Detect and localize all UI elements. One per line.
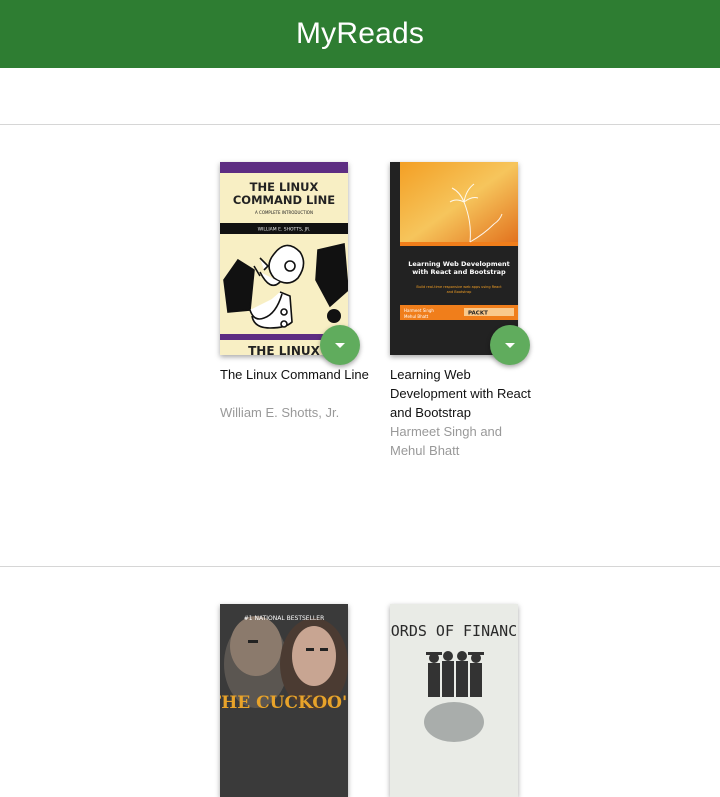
app-header: MyReads xyxy=(0,0,720,68)
book-authors: Harmeet Singh and Mehul Bhatt xyxy=(390,424,503,458)
shelf-changer-button[interactable] xyxy=(320,325,360,365)
svg-text:and Bootstrap: and Bootstrap xyxy=(447,290,473,294)
book-title: Learning Web Development with React and … xyxy=(390,367,531,420)
svg-text:Learning Web Development: Learning Web Development xyxy=(408,260,510,268)
svg-text:PACKT: PACKT xyxy=(468,311,488,317)
book-cover-lords-of-finance[interactable]: LORDS OF FINANCE xyxy=(390,604,518,797)
svg-text:Mehul Bhatt: Mehul Bhatt xyxy=(404,314,429,319)
book-cover-learning-web-development[interactable]: Learning Web Development with React and … xyxy=(390,162,518,355)
svg-text:A COMPLETE INTRODUCTION: A COMPLETE INTRODUCTION xyxy=(255,210,313,215)
shelf-changer-button[interactable] xyxy=(490,325,530,365)
book-cover-linux-command-line[interactable]: THE LINUX COMMAND LINE A COMPLETE INTROD… xyxy=(220,162,348,355)
book-item: THE LINUX COMMAND LINE A COMPLETE INTROD… xyxy=(220,162,370,462)
shelf-divider xyxy=(0,566,720,567)
book-item: Learning Web Development with React and … xyxy=(390,162,540,462)
svg-text:THE CUCKOO'S: THE CUCKOO'S xyxy=(220,693,348,713)
svg-text:THE LINUX: THE LINUX xyxy=(250,180,319,194)
book-cover-cuckoos-calling[interactable]: #1 NATIONAL BESTSELLER THE CUCKOO'S xyxy=(220,604,348,797)
shelf-divider xyxy=(0,124,720,125)
svg-text:#1 NATIONAL BESTSELLER: #1 NATIONAL BESTSELLER xyxy=(244,615,325,622)
svg-text:with React and Bootstrap: with React and Bootstrap xyxy=(412,268,506,276)
book-item: #1 NATIONAL BESTSELLER THE CUCKOO'S xyxy=(220,604,370,797)
book-item: LORDS OF FINANCE xyxy=(390,604,540,797)
triangle-down-icon xyxy=(505,342,515,348)
svg-text:Harmeet Singh: Harmeet Singh xyxy=(404,308,434,313)
svg-text:Build real-time responsive web: Build real-time responsive web apps usin… xyxy=(416,285,502,289)
svg-text:THE LINUX: THE LINUX xyxy=(248,344,321,355)
svg-text:WILLIAM E. SHOTTS, JR.: WILLIAM E. SHOTTS, JR. xyxy=(258,227,311,233)
app-title: MyReads xyxy=(295,17,425,50)
svg-text:COMMAND LINE: COMMAND LINE xyxy=(233,193,335,207)
book-authors: William E. Shotts, Jr. xyxy=(220,405,340,420)
triangle-down-icon xyxy=(335,342,345,348)
svg-text:LORDS OF FINANCE: LORDS OF FINANCE xyxy=(390,622,518,640)
book-title: The Linux Command Line xyxy=(220,367,369,382)
